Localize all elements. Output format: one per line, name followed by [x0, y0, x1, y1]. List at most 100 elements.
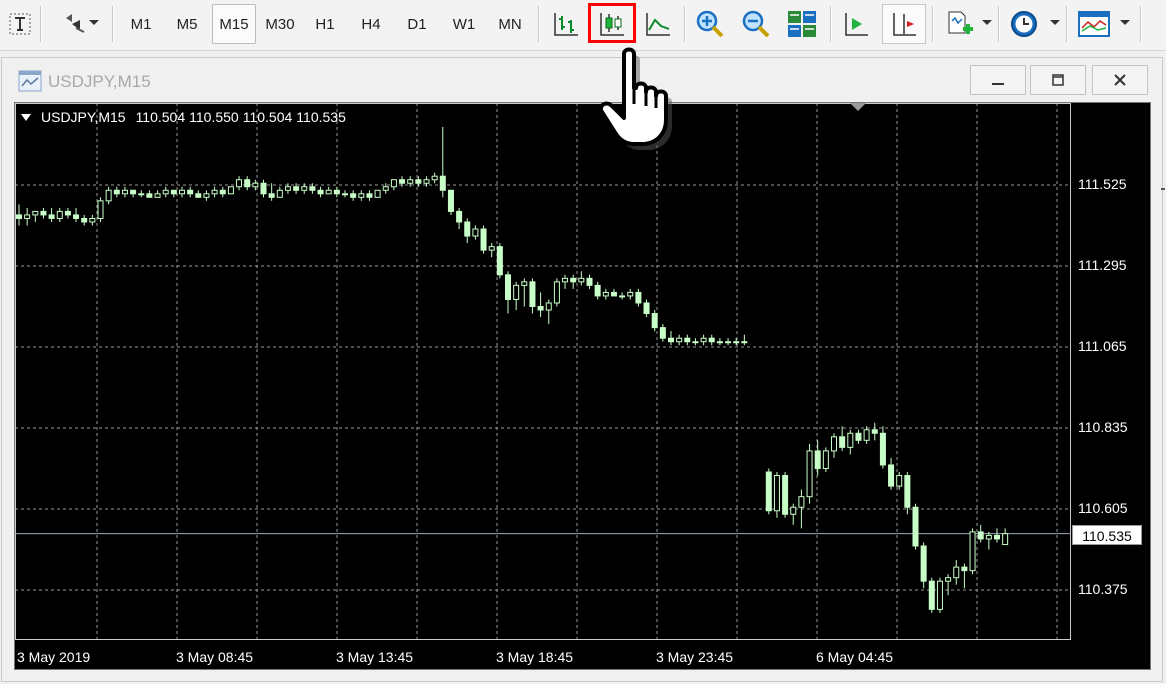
price-chart[interactable]: USDJPY,M15 110.504 110.550 110.504 110.5… [14, 102, 1151, 670]
current-price-label: 110.535 [1072, 525, 1142, 545]
timeframe-m5[interactable]: M5 [166, 4, 208, 44]
candle-body [407, 179, 414, 184]
candle-body [105, 189, 112, 202]
timeframe-m15[interactable]: M15 [212, 4, 256, 44]
time-axis-label: 3 May 18:45 [496, 649, 574, 665]
candle-body [219, 189, 226, 195]
bar-chart-button[interactable] [546, 4, 586, 44]
templates-button[interactable] [1074, 4, 1114, 44]
candle-body [806, 450, 813, 498]
zoom-in-icon [696, 10, 724, 38]
toolbar-separator [40, 6, 42, 42]
periods-button[interactable] [1004, 4, 1044, 44]
candle-body [374, 189, 381, 198]
candle-body [260, 182, 267, 195]
candle-body [961, 566, 968, 572]
candle-body [553, 281, 560, 304]
candle-body [276, 189, 283, 198]
toolbar-separator [998, 6, 1000, 42]
candle-body [187, 189, 194, 195]
candle-body [399, 179, 406, 184]
periods-dropdown-arrow-icon[interactable] [1050, 20, 1060, 25]
scroll-marker [1161, 188, 1165, 190]
candle-body [211, 189, 218, 195]
indicators-button[interactable] [940, 4, 980, 44]
candle-body [888, 464, 895, 487]
candle-body [659, 327, 666, 339]
text-tool-button[interactable] [6, 4, 34, 44]
chart-window-icon [18, 70, 42, 92]
candles [16, 126, 1009, 613]
candle-body [480, 228, 487, 251]
candle-body [97, 200, 104, 219]
candle-body [985, 534, 992, 540]
candle-body [741, 341, 748, 344]
templates-dropdown-arrow-icon[interactable] [1120, 20, 1130, 25]
candle-body [708, 337, 715, 343]
candle-body [602, 291, 609, 297]
candle-body [521, 281, 528, 286]
candle-body [415, 179, 422, 184]
chart-menu-triangle-icon[interactable] [21, 113, 31, 121]
candle-body [765, 471, 772, 512]
bar-chart-icon [554, 13, 578, 36]
chart-close: 110.535 [296, 109, 346, 125]
indicators-dropdown-arrow-icon[interactable] [982, 20, 992, 25]
candle-body [635, 291, 642, 304]
restore-button[interactable] [1030, 65, 1086, 95]
candle-body [578, 277, 585, 283]
candle-body [920, 545, 927, 582]
autoscroll-button[interactable] [836, 4, 876, 44]
objects-dropdown-arrow-icon[interactable] [89, 20, 99, 25]
tile-windows-icon [788, 11, 816, 37]
main-toolbar: M1 M5 M15 M30 H1 H4 D1 W1 MN [0, 0, 1166, 51]
candle-body [945, 577, 952, 582]
candle-body [317, 189, 324, 195]
candle-body [904, 475, 911, 508]
candle-body [488, 246, 495, 251]
zoom-in-button[interactable] [690, 4, 730, 44]
chart-shift-button[interactable] [882, 4, 926, 44]
candle-body [342, 193, 348, 196]
chart-shift-icon [893, 13, 916, 36]
zoom-out-icon [742, 10, 770, 38]
candle-body [716, 341, 723, 344]
candle-body [782, 475, 789, 515]
chart-canvas[interactable] [15, 103, 1150, 669]
candle-body [570, 277, 577, 283]
candle-body [456, 210, 463, 223]
candle-body [162, 189, 169, 195]
candle-body [537, 306, 544, 311]
minimize-button[interactable] [970, 65, 1026, 95]
restore-icon [1052, 74, 1064, 86]
time-axis-label: 3 May 2019 [17, 649, 91, 665]
timeframe-h4[interactable]: H4 [350, 4, 392, 44]
price-axis-label: 110.835 [1078, 419, 1128, 435]
timeframe-m30[interactable]: M30 [258, 4, 302, 44]
chart-window-titlebar[interactable]: USDJPY,M15 [2, 58, 1162, 104]
candle-body [1002, 533, 1009, 546]
timeframe-mn[interactable]: MN [488, 4, 532, 44]
chart-shift-marker[interactable] [850, 103, 866, 111]
timeframe-m1[interactable]: M1 [120, 4, 162, 44]
timeframe-w1[interactable]: W1 [442, 4, 486, 44]
close-icon [1114, 74, 1126, 86]
candle-body [358, 193, 365, 198]
candle-body [619, 295, 626, 298]
candle-body [562, 277, 569, 283]
candle-body [513, 284, 520, 300]
candle-body [879, 432, 886, 466]
time-axis-label: 3 May 08:45 [176, 649, 254, 665]
line-chart-button[interactable] [638, 4, 678, 44]
timeframe-d1[interactable]: D1 [396, 4, 438, 44]
timeframe-h1[interactable]: H1 [304, 4, 346, 44]
candle-body [496, 246, 503, 276]
tile-windows-button[interactable] [782, 4, 822, 44]
candle-body [529, 281, 536, 307]
candle-body [146, 193, 153, 198]
zoom-out-button[interactable] [736, 4, 776, 44]
candle-body [651, 313, 658, 329]
hand-cursor-icon [599, 47, 672, 150]
candle-body [684, 337, 691, 343]
close-button[interactable] [1092, 65, 1148, 95]
